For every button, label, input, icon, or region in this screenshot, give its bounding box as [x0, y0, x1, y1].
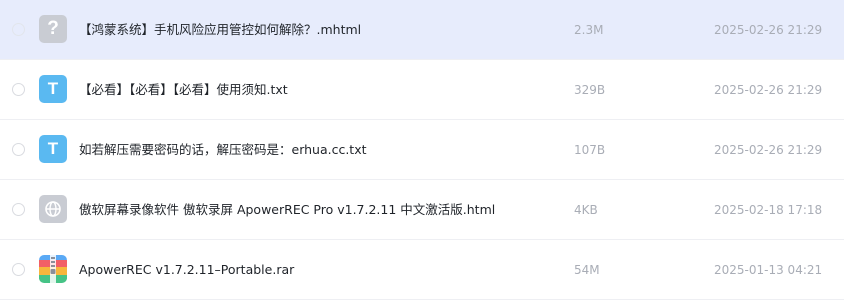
file-size: 329B — [574, 83, 606, 97]
file-date: 2025-02-18 17:18 — [714, 203, 823, 217]
file-row[interactable]: T 【必看】【必看】【必看】使用须知.txt 329B 2025-02-26 2… — [0, 60, 844, 120]
file-list: ? 【鸿蒙系统】手机风险应用管控如何解除？.mhtml 2.3M 2025-02… — [0, 0, 844, 300]
file-row[interactable]: ApowerREC v1.7.2.11–Portable.rar 54M 202… — [0, 240, 844, 300]
row-select-radio[interactable] — [12, 143, 25, 156]
txt-file-icon: T — [39, 135, 67, 163]
row-select-radio[interactable] — [12, 263, 25, 276]
file-row[interactable]: T 如若解压需要密码的话，解压密码是：erhua.cc.txt 107B 202… — [0, 120, 844, 180]
file-date: 2025-01-13 04:21 — [714, 263, 823, 277]
archive-icon — [39, 255, 67, 283]
file-date: 2025-02-26 21:29 — [714, 23, 823, 37]
globe-icon — [45, 201, 61, 217]
file-name[interactable]: 如若解压需要密码的话，解压密码是：erhua.cc.txt — [79, 141, 367, 159]
file-size: 107B — [574, 143, 606, 157]
file-size: 2.3M — [574, 23, 604, 37]
file-name[interactable]: ApowerREC v1.7.2.11–Portable.rar — [79, 261, 294, 279]
globe-file-icon — [39, 195, 67, 223]
row-select-radio[interactable] — [12, 203, 25, 216]
question-file-icon: ? — [39, 15, 67, 43]
file-size: 54M — [574, 263, 600, 277]
file-date: 2025-02-26 21:29 — [714, 143, 823, 157]
file-row[interactable]: ? 【鸿蒙系统】手机风险应用管控如何解除？.mhtml 2.3M 2025-02… — [0, 0, 844, 60]
file-date: 2025-02-26 21:29 — [714, 83, 823, 97]
file-size: 4KB — [574, 203, 598, 217]
file-name[interactable]: 【必看】【必看】【必看】使用须知.txt — [79, 81, 288, 99]
file-name[interactable]: 傲软屏幕录像软件 傲软录屏 ApowerREC Pro v1.7.2.11 中文… — [79, 201, 495, 219]
row-select-radio[interactable] — [12, 83, 25, 96]
txt-file-icon: T — [39, 75, 67, 103]
archive-file-icon — [39, 255, 67, 283]
file-name[interactable]: 【鸿蒙系统】手机风险应用管控如何解除？.mhtml — [79, 21, 361, 39]
row-select-radio[interactable] — [12, 23, 25, 36]
file-row[interactable]: 傲软屏幕录像软件 傲软录屏 ApowerREC Pro v1.7.2.11 中文… — [0, 180, 844, 240]
